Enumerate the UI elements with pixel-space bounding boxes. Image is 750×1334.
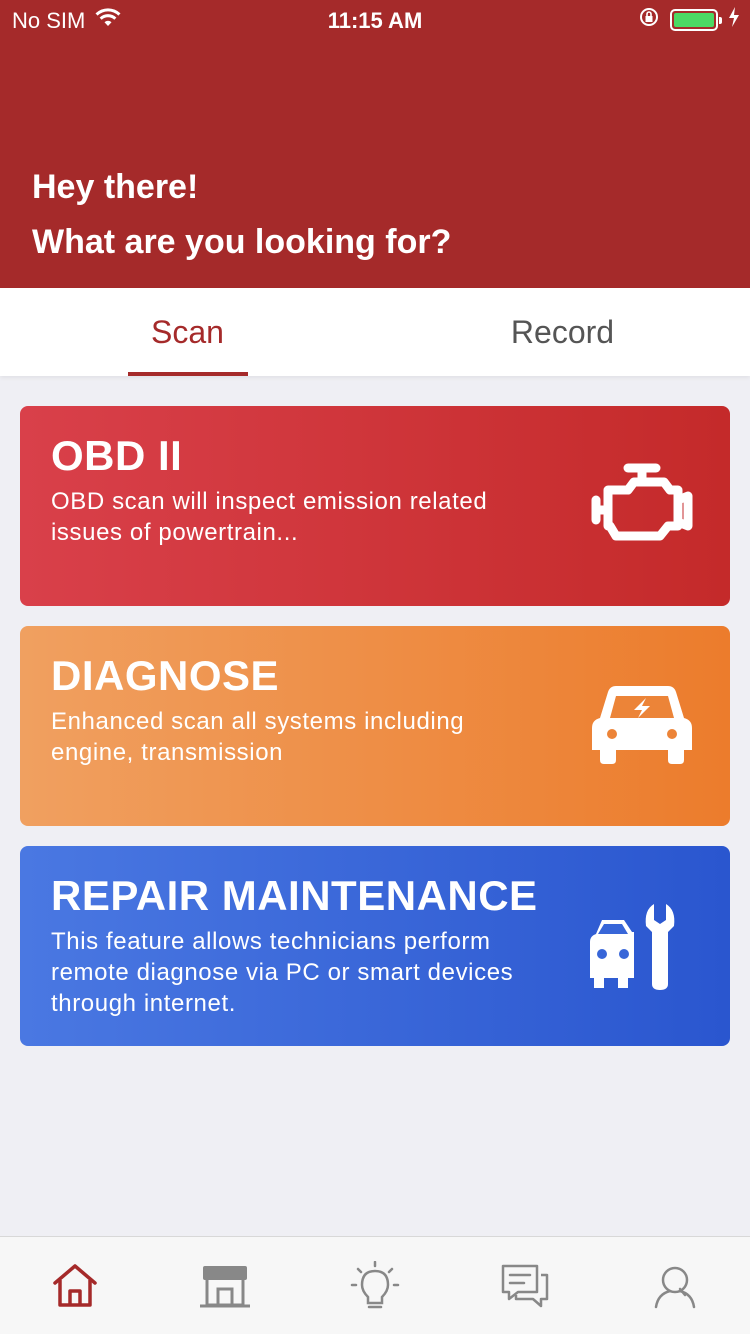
battery-icon — [670, 9, 722, 31]
nav-tips[interactable] — [350, 1260, 400, 1311]
card-title: REPAIR MAINTENANCE — [51, 872, 538, 919]
greeting-line-1: Hey there! — [32, 168, 199, 206]
home-icon — [53, 1264, 97, 1307]
card-description: This feature allows technicians perform … — [51, 928, 514, 1017]
obd-card[interactable]: OBD II OBD scan will inspect emission re… — [20, 406, 730, 606]
chat-icon — [501, 1264, 549, 1308]
greeting-line-2: What are you looking for? — [32, 223, 452, 261]
orientation-lock-icon — [638, 6, 660, 34]
engine-check-icon — [591, 463, 693, 541]
charging-icon — [728, 7, 740, 33]
card-title: DIAGNOSE — [51, 652, 280, 699]
nav-home[interactable] — [50, 1261, 100, 1311]
card-description: Enhanced scan all systems including engi… — [51, 708, 465, 766]
bottom-nav — [0, 1236, 750, 1334]
car-wrench-icon — [590, 904, 675, 990]
tab-scan[interactable]: Scan — [0, 288, 375, 376]
nav-messages[interactable] — [500, 1261, 550, 1311]
tab-record[interactable]: Record — [375, 288, 750, 376]
store-icon — [200, 1266, 250, 1308]
card-title: OBD II — [51, 432, 183, 479]
nav-store[interactable] — [200, 1261, 250, 1311]
active-tab-indicator — [128, 372, 248, 376]
greeting: Hey there! What are you looking for? — [32, 160, 451, 270]
tab-bar: Scan Record — [0, 288, 750, 376]
nav-profile[interactable] — [650, 1261, 700, 1311]
header: No SIM 11:15 AM Hey there! What are you … — [0, 0, 750, 288]
repair-maintenance-card[interactable]: REPAIR MAINTENANCE This feature allows t… — [20, 846, 730, 1046]
card-description: OBD scan will inspect emission related i… — [51, 488, 488, 546]
diagnose-card[interactable]: DIAGNOSE Enhanced scan all systems inclu… — [20, 626, 730, 826]
status-bar: No SIM 11:15 AM — [0, 0, 750, 40]
lightbulb-icon — [350, 1260, 400, 1309]
car-electric-icon — [592, 686, 692, 764]
profile-icon — [654, 1266, 696, 1309]
